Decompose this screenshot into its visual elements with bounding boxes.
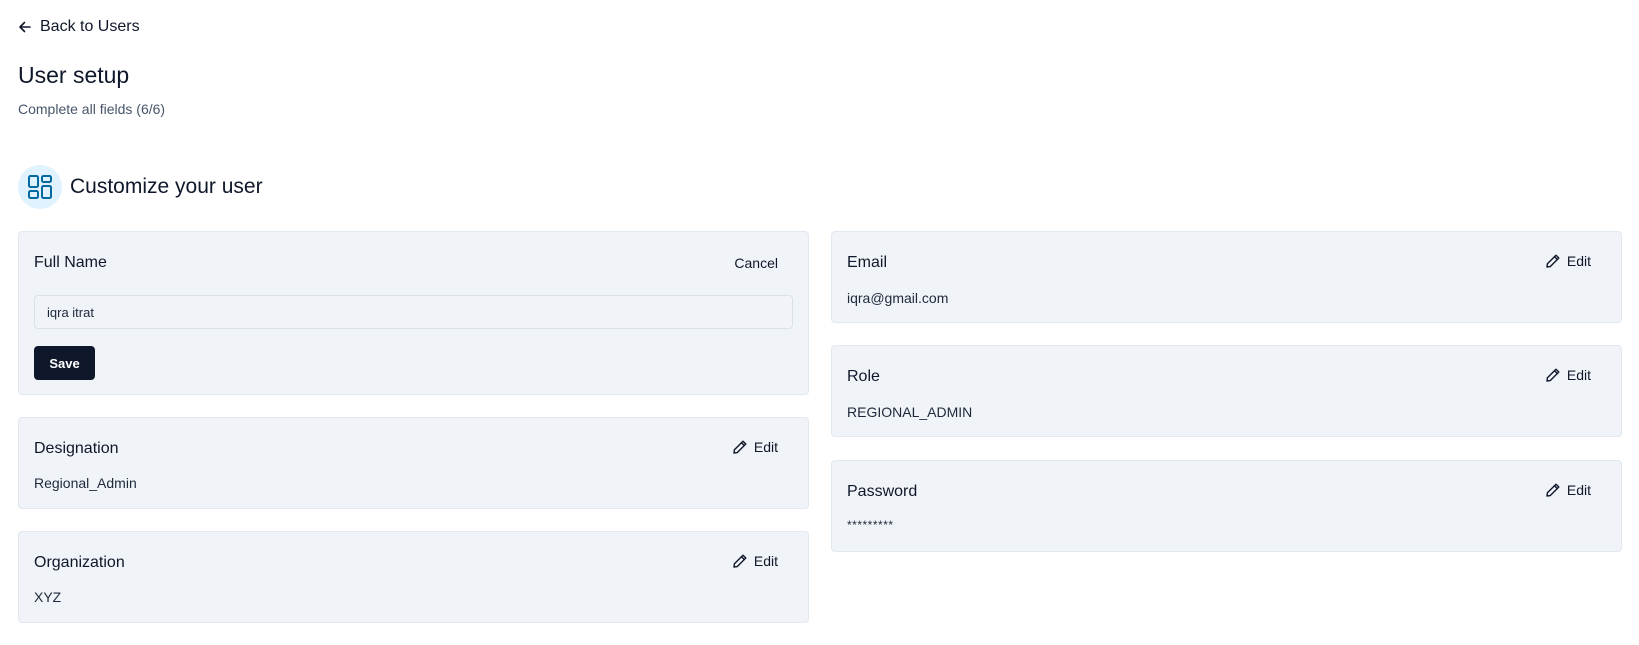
password-value: ********* [847,518,894,532]
page-title: User setup [18,62,130,88]
edit-label: Edit [753,439,778,455]
back-to-users-link[interactable]: Back to Users [18,18,140,36]
pencil-icon [733,554,747,568]
designation-card: Designation Edit Regional_Admin [18,417,809,509]
organization-value: XYZ [34,589,62,605]
cancel-button[interactable]: Cancel [734,255,778,271]
pencil-icon [1546,368,1560,382]
role-edit-button[interactable]: Edit [1545,367,1591,383]
designation-label: Designation [34,440,119,457]
full-name-label: Full Name [34,254,107,271]
pencil-icon [1546,254,1560,268]
arrow-left-icon [19,21,31,33]
full-name-card: Full Name Cancel Save [18,231,809,395]
role-card: Role Edit REGIONAL_ADMIN [831,345,1622,437]
designation-edit-button[interactable]: Edit [732,439,778,455]
password-edit-button[interactable]: Edit [1545,482,1591,498]
dashboard-grid-icon [18,165,62,209]
save-button[interactable]: Save [34,346,95,380]
full-name-input[interactable] [34,295,793,329]
email-value: iqra@gmail.com [847,290,949,306]
organization-card: Organization Edit XYZ [18,531,809,623]
password-card: Password Edit ********* [831,460,1622,552]
role-label: Role [847,368,880,385]
page-subtitle: Complete all fields (6/6) [18,101,166,117]
edit-label: Edit [753,553,778,569]
back-link-label: Back to Users [40,18,140,35]
email-edit-button[interactable]: Edit [1545,253,1591,269]
organization-label: Organization [34,554,125,571]
section-title: Customize your user [70,175,263,198]
organization-edit-button[interactable]: Edit [732,553,778,569]
pencil-icon [1546,483,1560,497]
email-label: Email [847,254,888,271]
pencil-icon [733,440,747,454]
edit-label: Edit [1566,367,1591,383]
email-card: Email Edit iqra@gmail.com [831,231,1622,323]
edit-label: Edit [1566,253,1591,269]
edit-label: Edit [1566,482,1591,498]
password-label: Password [847,483,918,500]
designation-value: Regional_Admin [34,475,137,491]
role-value: REGIONAL_ADMIN [847,404,973,420]
section-header: Customize your user [18,165,263,209]
